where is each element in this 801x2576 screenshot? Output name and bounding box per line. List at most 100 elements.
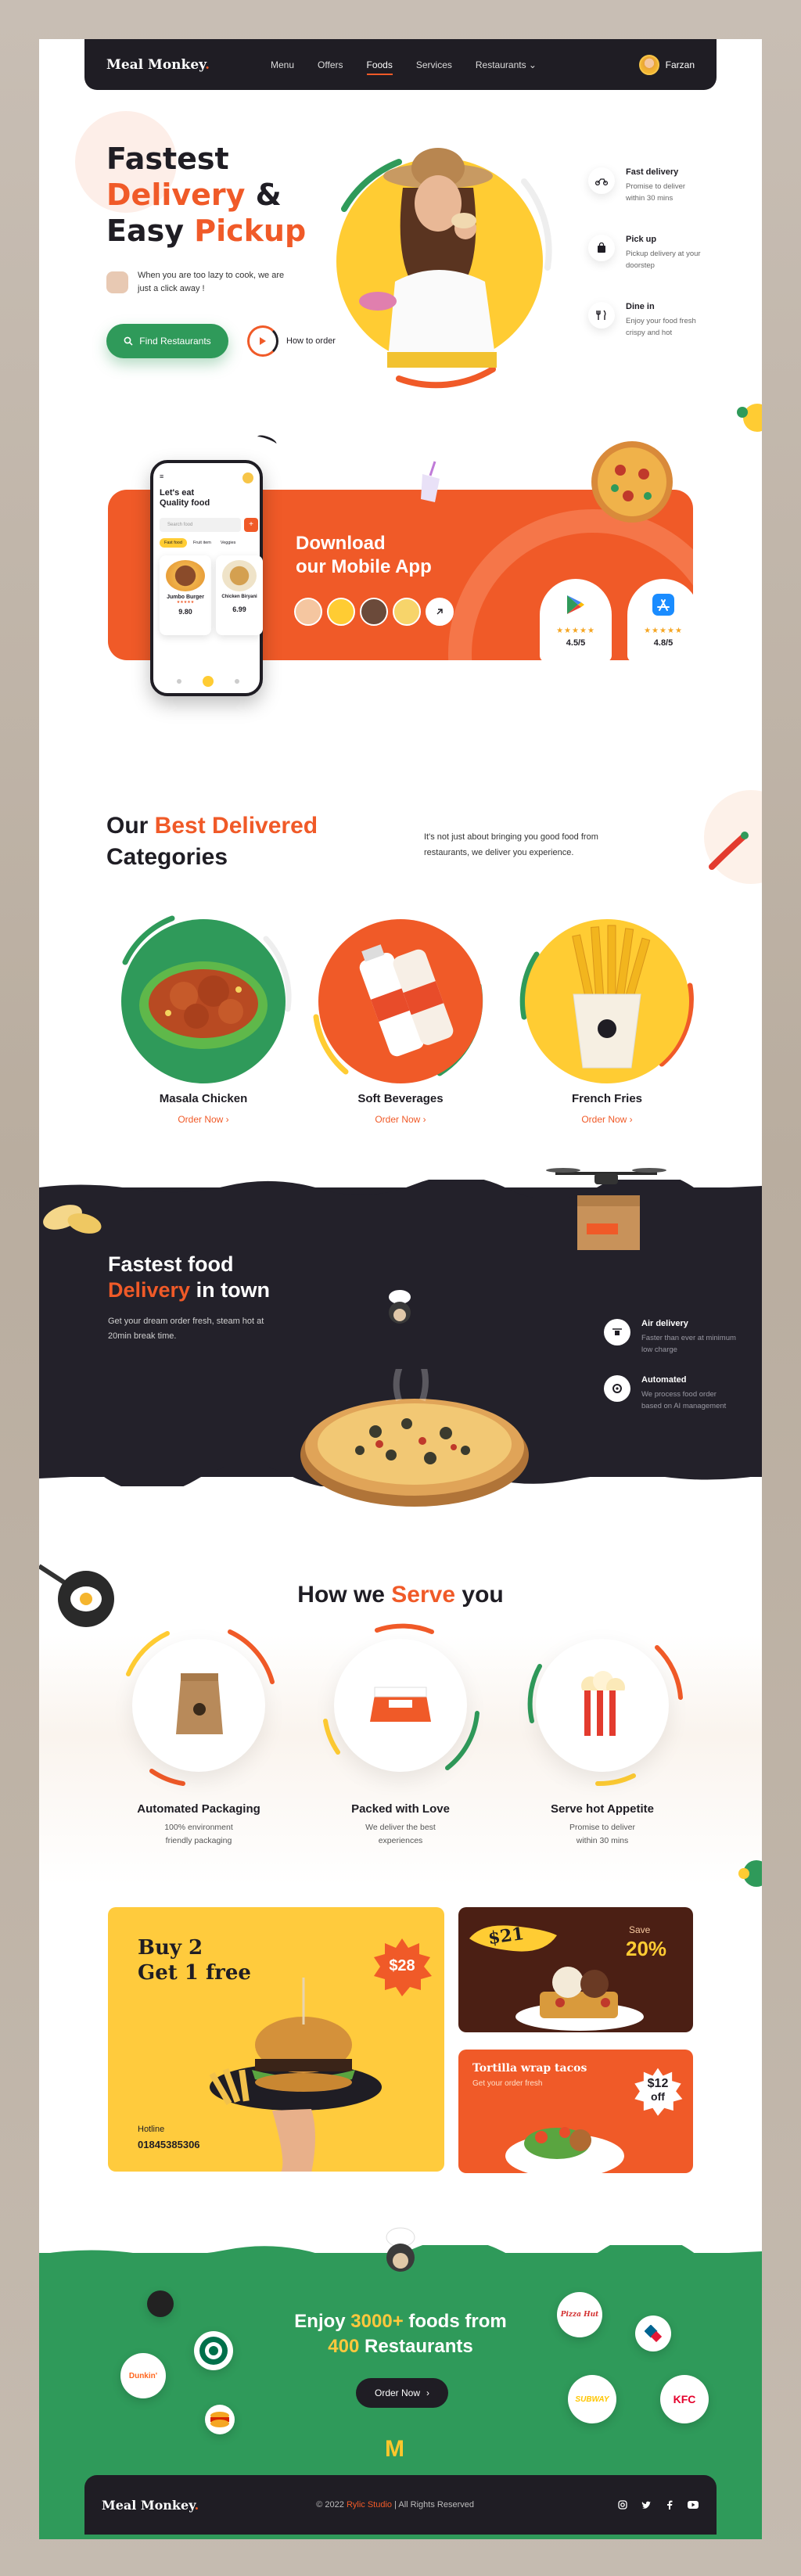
chef-monkey-logo <box>389 1290 411 1324</box>
nav-item-restaurants[interactable]: Restaurants ⌄ <box>476 59 537 70</box>
play-icon <box>260 337 266 345</box>
category-name: Masala Chicken <box>159 1092 248 1105</box>
order-now-button[interactable]: Order Now › <box>356 2378 448 2408</box>
serve-item-desc: Promise to deliver within 30 mins <box>569 1823 636 1845</box>
order-now-link[interactable]: Order Now › <box>307 1114 494 1125</box>
nav-item-foods[interactable]: Foods <box>366 59 393 75</box>
google-play-icon <box>567 595 584 614</box>
brand-logo-mcdonalds[interactable]: M <box>385 2436 404 2463</box>
download-title: Download our Mobile App <box>296 533 432 577</box>
category-image-soft-beverages[interactable] <box>318 919 483 1083</box>
phone-mockup: ≡ Let's eat Quality food Search food + Fa… <box>150 460 263 696</box>
hotline-number[interactable]: 01845385306 <box>138 2139 200 2150</box>
fastest-title: Fastest food Delivery in town <box>108 1252 271 1302</box>
burger-image <box>210 1978 382 2172</box>
chevron-down-icon: ⌄ <box>528 59 537 70</box>
waffle-image <box>515 1967 644 2031</box>
phone-bottom-nav <box>177 676 239 687</box>
chevron-right-icon: › <box>426 2387 429 2398</box>
brand-logo-pizza-hut[interactable]: Pizza Hut <box>557 2292 602 2337</box>
footer-logo[interactable]: Meal Monkey. <box>102 2498 199 2513</box>
nav-item-services[interactable]: Services <box>416 59 452 70</box>
feature-pick-up: Pick up Pickup delivery at your doorstep <box>588 235 706 271</box>
pizza-decor-image <box>591 441 673 523</box>
navbar: Meal Monkey. Menu Offers Foods Services … <box>84 39 717 90</box>
brand-logo-starbucks[interactable] <box>194 2331 233 2370</box>
feature-dine-in: Dine in Enjoy your food fresh crispy and … <box>588 302 706 339</box>
arrow-up-right-icon <box>436 609 443 615</box>
play-button[interactable] <box>247 325 278 357</box>
arrow-button[interactable] <box>426 598 454 626</box>
instagram-icon[interactable] <box>616 2499 629 2511</box>
chevron-right-icon: › <box>629 1114 633 1125</box>
promo-title: Tortilla wrap tacos <box>472 2062 587 2075</box>
phone-food-card-2: Chicken Biryani 6.99 <box>216 555 263 635</box>
hotline-label: Hotline <box>138 2125 165 2134</box>
brand-logo-dominos[interactable] <box>635 2316 671 2351</box>
categories-description: It's not just about bringing you good fo… <box>424 832 598 857</box>
brand-logo-kfc[interactable]: KFC <box>660 2375 709 2423</box>
nav-item-offers[interactable]: Offers <box>318 59 343 70</box>
chili-decor-image <box>709 832 749 870</box>
drone-delivery-image <box>546 1168 666 1250</box>
drone-icon <box>604 1319 630 1345</box>
user-menu[interactable]: Farzan <box>638 54 695 75</box>
category-image-masala-chicken[interactable] <box>121 919 286 1083</box>
side-deco-dot-yellow <box>738 1868 749 1879</box>
burger-image <box>166 560 205 591</box>
facebook-icon[interactable] <box>663 2499 676 2511</box>
avatar <box>638 54 659 75</box>
twitter-icon[interactable] <box>640 2499 652 2511</box>
serve-item-name: Packed with Love <box>351 1802 450 1816</box>
promo-buy2-card[interactable]: Buy 2 Get 1 free $28 Hotline 01845385306 <box>108 1907 444 2172</box>
phone-avatar <box>242 472 253 483</box>
phone-title: Let's eat Quality food <box>160 488 210 508</box>
logo[interactable]: Meal Monkey. <box>106 57 210 73</box>
serve-item-name: Automated Packaging <box>137 1802 260 1816</box>
feature-fast-delivery: Fast delivery Promise to deliver within 3… <box>588 167 706 204</box>
serve-image-automated-packaging <box>132 1639 265 1772</box>
serve-item-desc: 100% environment friendly packaging <box>164 1823 233 1845</box>
hero-woman-image <box>359 148 497 368</box>
promo-waffle-card[interactable]: $21 Save 20% <box>458 1907 693 2032</box>
brand-logo-dunkin[interactable]: Dunkin' <box>120 2353 166 2398</box>
youtube-icon[interactable] <box>687 2499 699 2511</box>
serve-image-serve-hot-appetite <box>536 1639 669 1772</box>
search-icon <box>124 336 133 346</box>
google-play-badge[interactable]: ★★★★★ 4.5/5 <box>540 579 612 662</box>
brand-logo-subway[interactable]: SUBWAY <box>568 2375 616 2423</box>
side-deco-dot-green <box>737 407 748 418</box>
find-restaurants-button[interactable]: Find Restaurants <box>106 324 228 358</box>
brand-logo-small[interactable] <box>147 2290 174 2317</box>
serve-title: How we Serve you <box>297 1582 504 1608</box>
footer: Meal Monkey. © 2022 Rylic Studio | All R… <box>39 2475 762 2539</box>
phone-food-card: Jumbo Burger ★★★★★ 9.80 <box>160 555 211 635</box>
phone-search: Search food <box>160 518 241 532</box>
chef-monkey-logo <box>386 2227 415 2272</box>
serve-item-name: Serve hot Appetite <box>551 1802 654 1816</box>
category-name: Soft Beverages <box>357 1092 444 1105</box>
app-store-badge[interactable]: ★★★★★ 4.8/5 <box>627 579 699 662</box>
chevron-right-icon: › <box>225 1114 229 1125</box>
phone-chips: Fast food Fruit item Veggies <box>160 538 239 548</box>
order-now-link[interactable]: Order Now › <box>110 1114 297 1125</box>
category-image-french-fries[interactable] <box>525 919 689 1083</box>
social-links <box>616 2499 699 2511</box>
promo-price: $28 <box>389 1957 415 1974</box>
biryani-image <box>222 560 257 591</box>
feature-air-delivery: Air delivery Faster than ever at minimum … <box>604 1319 737 1356</box>
avatar <box>294 598 322 626</box>
nav-item-menu[interactable]: Menu <box>271 59 294 70</box>
restaurants-title: Enjoy 3000+ foods from 400 Restaurants <box>294 2311 507 2357</box>
phone-topbar: ≡ <box>160 472 253 483</box>
user-name: Farzan <box>665 59 695 70</box>
main-menu: Menu Offers Foods Services Restaurants ⌄ <box>271 59 537 75</box>
phone-filter-button: + <box>244 518 258 532</box>
promo-tacos-card[interactable]: Tortilla wrap tacos Get your order fresh… <box>458 2050 693 2173</box>
shopping-bag-icon <box>588 235 615 261</box>
order-now-link[interactable]: Order Now › <box>513 1114 701 1125</box>
hero-title: Fastest Delivery & Easy Pickup <box>106 142 307 248</box>
category-name: French Fries <box>571 1092 643 1105</box>
brand-logo-burger-king[interactable] <box>205 2405 235 2434</box>
save-label: Save <box>629 1924 651 1935</box>
